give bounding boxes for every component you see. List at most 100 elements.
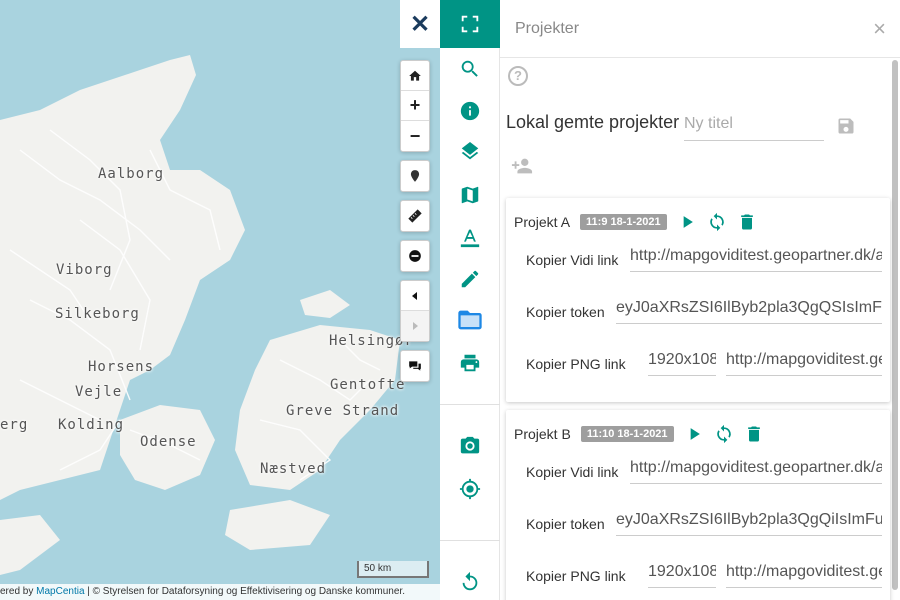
clear-button[interactable]	[401, 241, 429, 271]
panel-header: Projekter ×	[500, 0, 900, 58]
project-timestamp-badge: 11:9 18-1-2021	[580, 214, 667, 230]
reset-button[interactable]	[440, 562, 500, 600]
city-label: Greve Strand	[286, 403, 400, 419]
trash-icon[interactable]	[737, 212, 757, 232]
projects-panel: Projekter × ? Lokal gemte projekter Proj…	[500, 0, 900, 600]
search-icon	[461, 60, 478, 77]
token-field[interactable]: eyJ0aXRsZSI6IlByb2plа3QgQSIsImFub	[616, 294, 882, 324]
zoom-out-button[interactable]: −	[401, 121, 429, 151]
png-size-field[interactable]: 1920x1080	[648, 346, 716, 376]
print-button[interactable]	[440, 343, 500, 383]
map-marker-icon	[410, 170, 420, 182]
refresh-icon[interactable]	[707, 212, 727, 232]
city-label: Kolding	[58, 417, 125, 433]
token-field[interactable]: eyJ0aXRsZSI6IlByb2plа3QgQiIsImFub	[616, 506, 882, 536]
project-name: Projekt B	[514, 426, 571, 442]
copy-png-link-label[interactable]: Kopier PNG link	[526, 568, 626, 584]
map-icon	[461, 186, 479, 204]
map-attribution: ered by MapCentia | © Styrelsen for Data…	[0, 584, 440, 600]
attribution-prefix: ered by	[0, 586, 37, 597]
projects-button[interactable]	[440, 300, 500, 340]
caret-right-icon	[413, 322, 418, 330]
measure-button[interactable]	[401, 201, 429, 231]
city-label: Næstved	[260, 461, 327, 477]
play-icon[interactable]	[677, 212, 697, 232]
city-label: Aalborg	[98, 166, 165, 182]
vidi-link-field[interactable]: http://mapgoviditest.geopartner.dk/app	[630, 242, 882, 272]
fullscreen-button[interactable]	[440, 0, 500, 48]
screenshot-button[interactable]	[440, 426, 500, 466]
copy-vidi-link-label[interactable]: Kopier Vidi link	[526, 252, 618, 268]
city-label: Silkeborg	[55, 306, 140, 322]
help-icon[interactable]: ?	[508, 66, 528, 86]
city-label: Vejle	[75, 384, 123, 400]
pencil-icon	[461, 270, 479, 288]
attribution-link[interactable]: MapCentia	[36, 586, 84, 597]
trash-icon[interactable]	[744, 424, 764, 444]
scale-bar: 50 km	[357, 561, 429, 578]
fullscreen-icon	[461, 15, 479, 33]
forward-button[interactable]	[401, 311, 429, 341]
project-actions	[677, 212, 757, 232]
folder-icon	[458, 310, 482, 330]
city-label: Horsens	[88, 359, 155, 375]
app: Aalborg Viborg Silkeborg Horsens Vejle K…	[0, 0, 900, 600]
project-card-header: Projekt A 11:9 18-1-2021	[514, 212, 757, 232]
city-label: Viborg	[56, 262, 113, 278]
copy-token-label[interactable]: Kopier token	[526, 516, 605, 532]
caret-left-icon	[412, 291, 417, 300]
panel-title: Projekter	[515, 19, 580, 37]
back-button[interactable]	[401, 281, 429, 311]
project-actions	[684, 424, 764, 444]
draw-button[interactable]	[440, 259, 500, 299]
project-card: Projekt A 11:9 18-1-2021 Kopier Vidi lin…	[506, 198, 890, 402]
marker-button[interactable]	[401, 161, 429, 191]
copy-token-label[interactable]: Kopier token	[526, 304, 605, 320]
print-icon	[460, 354, 480, 372]
vidi-link-field[interactable]: http://mapgoviditest.geopartner.dk/app	[630, 454, 882, 484]
close-map-button[interactable]: ✕	[400, 0, 440, 48]
text-button[interactable]	[440, 217, 500, 257]
panel-scrollbar[interactable]	[892, 60, 898, 590]
project-card-header: Projekt B 11:10 18-1-2021	[514, 424, 764, 444]
city-label: erg	[0, 417, 29, 433]
reset-icon	[462, 571, 478, 591]
new-title-input[interactable]	[684, 107, 824, 141]
zoom-controls: + −	[400, 60, 430, 152]
toolbar-divider	[440, 404, 500, 405]
info-button[interactable]	[440, 91, 500, 131]
png-size-field[interactable]: 1920x1080	[648, 558, 716, 588]
info-icon	[460, 101, 480, 121]
play-icon[interactable]	[684, 424, 704, 444]
zoom-in-button[interactable]: +	[401, 91, 429, 121]
map-view[interactable]: Aalborg Viborg Silkeborg Horsens Vejle K…	[0, 0, 440, 600]
png-link-field[interactable]: http://mapgoviditest.geopartner.dk	[726, 558, 882, 588]
panel-close-button[interactable]: ×	[873, 18, 886, 40]
search-button[interactable]	[440, 49, 500, 89]
home-button[interactable]	[401, 61, 429, 91]
tool-sidebar	[440, 0, 500, 600]
attribution-suffix: | © Styrelsen for Dataforsyning og Effek…	[84, 586, 405, 597]
local-projects-label: Lokal gemte projekter	[506, 112, 680, 132]
copy-png-link-label[interactable]: Kopier PNG link	[526, 356, 626, 372]
baselayer-control	[400, 350, 430, 382]
city-label: Gentofte	[330, 377, 406, 393]
city-label: Odense	[140, 434, 197, 450]
locate-button[interactable]	[440, 469, 500, 509]
add-user-icon[interactable]	[510, 155, 534, 177]
measure-control	[400, 200, 430, 232]
copy-vidi-link-label[interactable]: Kopier Vidi link	[526, 464, 618, 480]
locate-icon	[459, 478, 481, 500]
map-landmass	[0, 55, 400, 575]
project-card: Projekt B 11:10 18-1-2021 Kopier Vidi li…	[506, 410, 890, 600]
home-icon	[409, 70, 421, 81]
comments-icon	[409, 361, 421, 371]
save-icon[interactable]	[836, 116, 856, 136]
map-button[interactable]	[440, 175, 500, 215]
text-icon	[460, 229, 480, 248]
clear-control	[400, 240, 430, 272]
layers-button[interactable]	[440, 133, 500, 173]
refresh-icon[interactable]	[714, 424, 734, 444]
baselayer-button[interactable]	[401, 351, 429, 381]
png-link-field[interactable]: http://mapgoviditest.geopartner.dk	[726, 346, 882, 376]
